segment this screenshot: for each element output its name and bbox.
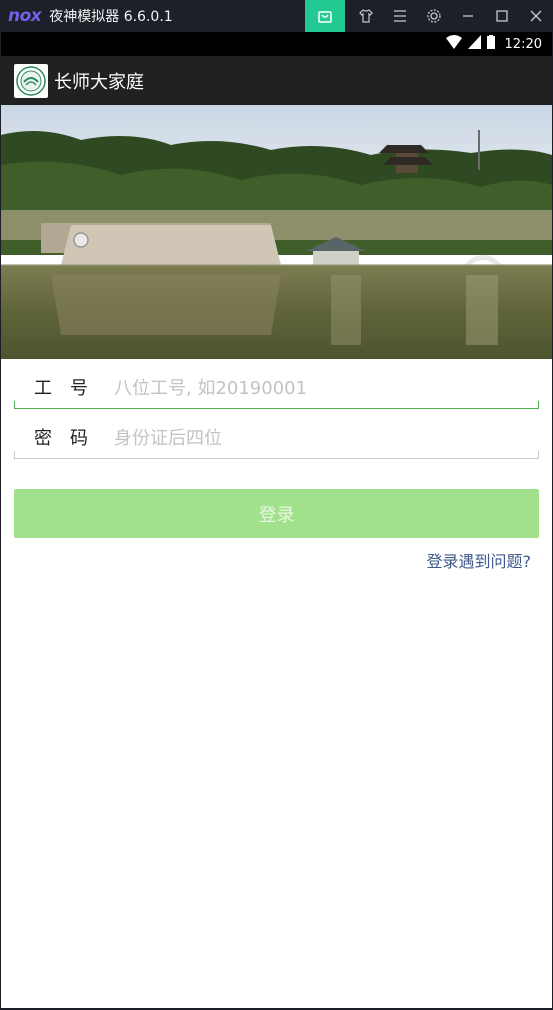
login-help-link[interactable]: 登录遇到问题? [14,548,532,572]
password-underline [14,451,539,459]
store-icon[interactable] [305,0,345,32]
emulator-title-bar: nox 夜神模拟器 6.6.0.1 [0,0,553,32]
shirt-icon[interactable] [349,0,383,32]
emulator-controls [305,0,553,32]
menu-icon[interactable] [383,0,417,32]
gear-icon[interactable] [417,0,451,32]
maximize-icon[interactable] [485,0,519,32]
battery-icon [486,35,495,53]
campus-banner-image [1,105,552,359]
app-logo-icon [14,63,48,98]
app-title: 长师大家庭 [54,71,144,93]
emulator-title: 夜神模拟器 6.6.0.1 [49,9,173,25]
phone-screen: 12:20 长师大家庭 工号 八位工号, 如20190001 密码 登录 登录遇… [1,32,552,1008]
status-bar: 12:20 [1,32,552,56]
employee-id-underline [14,401,539,409]
status-time: 12:20 [504,36,542,52]
close-icon[interactable] [519,0,553,32]
signal-icon [467,35,481,53]
minimize-icon[interactable] [451,0,485,32]
nox-logo: nox [8,6,42,26]
app-bar: 长师大家庭 [1,56,552,105]
password-field: 密码 [14,409,539,459]
login-button[interactable]: 登录 [14,489,539,538]
login-form: 工号 密码 登录 登录遇到问题? [1,359,552,572]
employee-id-field: 工号 [14,359,539,409]
wifi-icon [445,35,462,53]
